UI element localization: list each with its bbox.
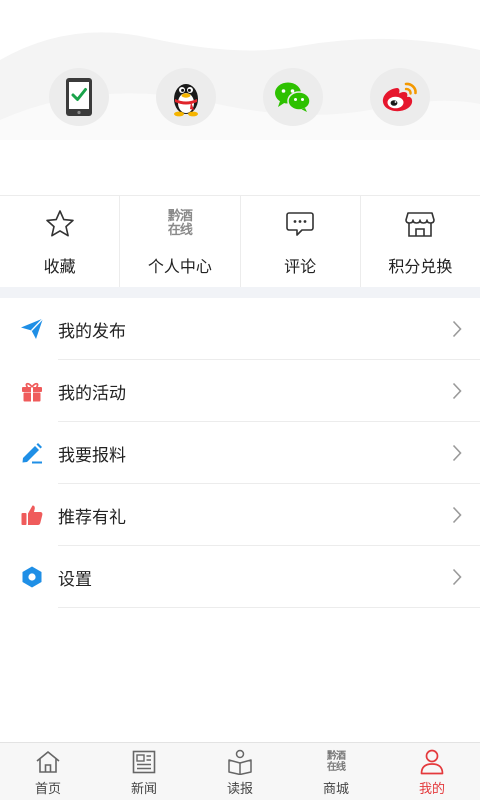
- quick-label-favorites: 收藏: [43, 257, 76, 276]
- quick-item-points-exchange[interactable]: 积分兑换: [361, 196, 480, 287]
- menu-label-submit-tip: 我要报料: [58, 446, 126, 466]
- logo-top-text: 黔酒: [167, 209, 193, 224]
- tab-news[interactable]: 新闻: [96, 743, 192, 800]
- tab-mine[interactable]: 我的: [384, 743, 480, 800]
- chevron-right-icon: [452, 382, 462, 400]
- newspaper-icon: [132, 750, 156, 774]
- qq-login-button[interactable]: [156, 68, 216, 126]
- menu-item-settings[interactable]: 设置: [0, 546, 480, 608]
- tab-label-mine: 我的: [418, 782, 445, 797]
- logo-top-text: 黔酒: [327, 751, 346, 762]
- chevron-right-icon: [452, 568, 462, 586]
- menu-item-my-activities[interactable]: 我的活动: [0, 360, 480, 422]
- quick-item-favorites[interactable]: 收藏: [0, 196, 121, 287]
- chevron-right-icon: [452, 444, 462, 462]
- qq-penguin-icon: [174, 84, 198, 117]
- bottom-tab-bar: 首页 新闻 读报 黔酒 在线 商城 我的: [0, 742, 480, 800]
- tab-mall[interactable]: 黔酒 在线 商城: [288, 743, 384, 800]
- star-icon: [45, 210, 74, 237]
- tab-read-paper[interactable]: 读报: [192, 743, 288, 800]
- thumbs-up-icon: [21, 505, 43, 525]
- login-header: [0, 0, 480, 195]
- weibo-login-button[interactable]: [370, 68, 430, 126]
- person-icon: [420, 749, 444, 775]
- chevron-right-icon: [452, 506, 462, 524]
- chevron-right-icon: [452, 320, 462, 338]
- store-icon: [405, 212, 436, 237]
- gift-icon: [22, 382, 42, 402]
- paper-plane-icon: [21, 318, 44, 339]
- quick-item-personal-center[interactable]: 黔酒 在线 个人中心: [120, 196, 241, 287]
- menu-item-submit-tip[interactable]: 我要报料: [0, 422, 480, 484]
- tab-label-news: 新闻: [130, 782, 157, 797]
- menu-item-my-posts[interactable]: 我的发布: [0, 298, 480, 360]
- phone-login-button[interactable]: [49, 68, 109, 126]
- quick-actions-grid: 收藏 黔酒 在线 个人中心 评论 积分兑换: [0, 195, 480, 287]
- menu-label-referral-rewards: 推荐有礼: [58, 508, 126, 528]
- weibo-icon: [382, 82, 417, 112]
- menu-label-my-activities: 我的活动: [58, 384, 126, 404]
- tab-label-home: 首页: [34, 782, 61, 797]
- home-icon: [36, 751, 60, 773]
- section-divider: [0, 287, 480, 298]
- menu-item-referral-rewards[interactable]: 推荐有礼: [0, 484, 480, 546]
- menu-list: 我的发布 我的活动 我要报料 推荐有礼 设置: [0, 298, 480, 608]
- quick-item-comments[interactable]: 评论: [241, 196, 361, 287]
- phone-check-icon: [66, 78, 92, 116]
- hexagon-settings-icon: [22, 566, 42, 588]
- read-paper-icon: [228, 749, 252, 775]
- wechat-icon: [275, 82, 311, 112]
- quick-label-comments: 评论: [284, 257, 317, 276]
- tab-home[interactable]: 首页: [0, 743, 96, 800]
- pencil-icon: [22, 443, 42, 464]
- logo-bottom-text: 在线: [167, 223, 193, 238]
- menu-label-settings: 设置: [58, 570, 92, 590]
- wechat-login-button[interactable]: [263, 68, 323, 126]
- tab-label-mall: 商城: [322, 782, 349, 797]
- quick-label-points-exchange: 积分兑换: [388, 257, 453, 276]
- logo-bottom-text: 在线: [327, 762, 346, 773]
- quick-label-personal-center: 个人中心: [147, 257, 212, 276]
- menu-label-my-posts: 我的发布: [58, 322, 126, 342]
- qianjiu-logo-icon: 黔酒 在线: [327, 751, 346, 773]
- tab-label-read-paper: 读报: [226, 782, 253, 797]
- comment-icon: [286, 212, 314, 236]
- menu-divider: [58, 607, 480, 608]
- qianjiu-logo-icon: 黔酒 在线: [167, 209, 193, 238]
